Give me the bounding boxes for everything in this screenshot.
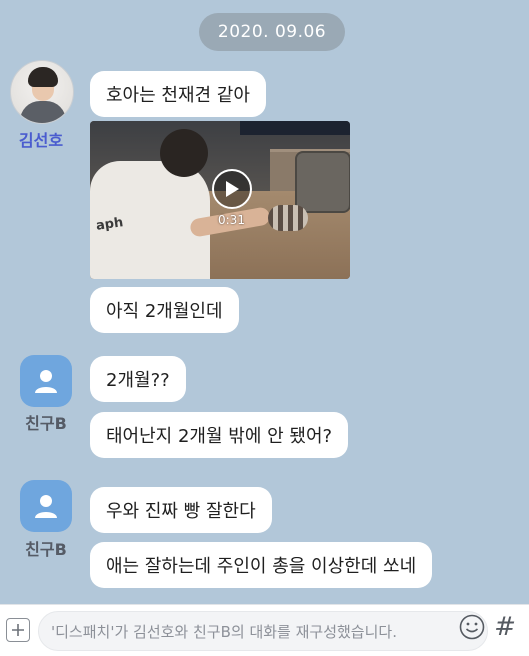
video-duration: 0:31 [218, 213, 245, 227]
video-message[interactable]: aph 0:31 [90, 121, 350, 279]
default-person-icon[interactable] [20, 480, 72, 532]
sender-name: 김선호 [18, 131, 64, 150]
chat-input-bar: '디스패치'가 김선호와 친구B의 대화를 재구성했습니다. [0, 604, 529, 656]
message-bubble[interactable]: 아직 2개월인데 [90, 287, 239, 333]
date-divider: 2020. 09.06 [199, 13, 345, 51]
default-person-icon[interactable] [20, 355, 72, 407]
message-bubble[interactable]: 호아는 천재견 같아 [90, 71, 266, 117]
message-bubble[interactable]: 태어난지 2개월 밖에 안 됐어? [90, 412, 349, 458]
message-bubble[interactable]: 2개월?? [90, 356, 186, 402]
sender-name: 친구B [25, 414, 67, 433]
play-icon[interactable] [212, 169, 252, 209]
message-bubble[interactable]: 우와 진짜 빵 잘한다 [90, 487, 272, 533]
message-input[interactable]: '디스패치'가 김선호와 친구B의 대화를 재구성했습니다. [38, 611, 488, 651]
profile-photo-avatar[interactable] [10, 60, 74, 124]
message-bubble[interactable]: 애는 잘하는데 주인이 총을 이상한데 쏘네 [90, 542, 433, 588]
plus-icon[interactable] [6, 618, 30, 642]
smile-icon[interactable] [458, 613, 486, 641]
hash-button[interactable]: # [490, 612, 520, 642]
sender-name: 친구B [25, 540, 67, 559]
